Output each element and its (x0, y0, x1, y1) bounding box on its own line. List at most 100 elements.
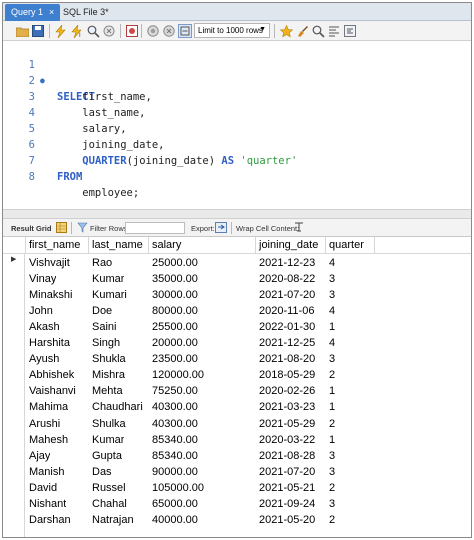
table-row[interactable]: Nishant Chahal 65000.00 2021-09-24 3 (3, 496, 471, 512)
cell-first-name[interactable]: Arushi (29, 416, 60, 432)
cell-first-name[interactable]: Nishant (29, 496, 66, 512)
cell-joining-date[interactable]: 2022-01-30 (259, 319, 315, 335)
cell-quarter[interactable]: 2 (329, 480, 335, 496)
toggle-icon[interactable] (178, 24, 192, 38)
cell-last-name[interactable]: Shulka (92, 416, 126, 432)
table-row[interactable]: Minakshi Kumari 30000.00 2021-07-20 3 (3, 287, 471, 303)
cell-joining-date[interactable]: 2021-08-28 (259, 448, 315, 464)
cell-quarter[interactable]: 2 (329, 367, 335, 383)
format-icon[interactable] (327, 24, 341, 38)
cell-joining-date[interactable]: 2021-05-21 (259, 480, 315, 496)
cell-last-name[interactable]: Gupta (92, 448, 122, 464)
cell-salary[interactable]: 80000.00 (152, 303, 198, 319)
cell-joining-date[interactable]: 2018-05-29 (259, 367, 315, 383)
table-row[interactable]: Harshita Singh 20000.00 2021-12-25 4 (3, 335, 471, 351)
lightning-icon[interactable] (54, 24, 68, 38)
cell-last-name[interactable]: Russel (92, 480, 126, 496)
cell-quarter[interactable]: 3 (329, 464, 335, 480)
table-row[interactable]: Vaishanvi Mehta 75250.00 2020-02-26 1 (3, 383, 471, 399)
cell-salary[interactable]: 105000.00 (152, 480, 204, 496)
cell-last-name[interactable]: Singh (92, 335, 120, 351)
column-header-first-name[interactable]: first_name (25, 237, 88, 254)
brush-icon[interactable] (295, 24, 309, 38)
cell-salary[interactable]: 90000.00 (152, 464, 198, 480)
star-icon[interactable] (279, 24, 293, 38)
cell-salary[interactable]: 30000.00 (152, 287, 198, 303)
cell-joining-date[interactable]: 2021-05-29 (259, 416, 315, 432)
cell-first-name[interactable]: John (29, 303, 53, 319)
search-icon[interactable] (311, 24, 325, 38)
cell-salary[interactable]: 40000.00 (152, 512, 198, 528)
cell-last-name[interactable]: Chahal (92, 496, 127, 512)
tab-sql-file-3[interactable]: SQL File 3* (57, 4, 115, 21)
table-row[interactable]: Vinay Kumar 35000.00 2020-08-22 3 (3, 271, 471, 287)
cell-salary[interactable]: 85340.00 (152, 448, 198, 464)
cell-first-name[interactable]: Akash (29, 319, 60, 335)
cell-first-name[interactable]: Harshita (29, 335, 70, 351)
cell-salary[interactable]: 85340.00 (152, 432, 198, 448)
cell-first-name[interactable]: Manish (29, 464, 64, 480)
table-row[interactable]: Darshan Natrajan 40000.00 2021-05-20 2 (3, 512, 471, 528)
table-row[interactable]: Akash Saini 25500.00 2022-01-30 1 (3, 319, 471, 335)
cell-first-name[interactable]: Minakshi (29, 287, 72, 303)
cell-quarter[interactable]: 1 (329, 399, 335, 415)
save-icon[interactable] (31, 24, 45, 38)
cell-last-name[interactable]: Natrajan (92, 512, 134, 528)
column-header-last-name[interactable]: last_name (88, 237, 148, 254)
cell-joining-date[interactable]: 2021-07-20 (259, 464, 315, 480)
cell-salary[interactable]: 75250.00 (152, 383, 198, 399)
cell-joining-date[interactable]: 2021-07-20 (259, 287, 315, 303)
cell-last-name[interactable]: Kumari (92, 287, 127, 303)
cell-first-name[interactable]: Vaishanvi (29, 383, 76, 399)
cell-quarter[interactable]: 3 (329, 287, 335, 303)
cell-salary[interactable]: 40300.00 (152, 399, 198, 415)
cell-last-name[interactable]: Kumar (92, 432, 124, 448)
cell-quarter[interactable]: 4 (329, 255, 335, 271)
cell-first-name[interactable]: Darshan (29, 512, 71, 528)
cell-salary[interactable]: 25000.00 (152, 255, 198, 271)
cell-quarter[interactable]: 2 (329, 416, 335, 432)
table-row[interactable]: John Doe 80000.00 2020-11-06 4 (3, 303, 471, 319)
column-header-quarter[interactable]: quarter (325, 237, 375, 254)
rollback-icon[interactable] (162, 24, 176, 38)
lightning-cursor-icon[interactable]: I (70, 24, 84, 38)
cell-quarter[interactable]: 1 (329, 383, 335, 399)
cell-quarter[interactable]: 4 (329, 335, 335, 351)
cell-salary[interactable]: 40300.00 (152, 416, 198, 432)
cell-salary[interactable]: 65000.00 (152, 496, 198, 512)
cell-last-name[interactable]: Doe (92, 303, 112, 319)
cell-salary[interactable]: 25500.00 (152, 319, 198, 335)
folder-open-icon[interactable] (15, 24, 29, 38)
commit-icon[interactable] (146, 24, 160, 38)
cell-joining-date[interactable]: 2020-02-26 (259, 383, 315, 399)
cell-last-name[interactable]: Das (92, 464, 112, 480)
cell-first-name[interactable]: Vinay (29, 271, 56, 287)
cell-first-name[interactable]: Abhishek (29, 367, 74, 383)
no-error-icon[interactable] (125, 24, 139, 38)
wrap-cell-icon[interactable] (293, 222, 305, 234)
cell-last-name[interactable]: Shukla (92, 351, 126, 367)
table-row[interactable]: Ajay Gupta 85340.00 2021-08-28 3 (3, 448, 471, 464)
table-row[interactable]: Manish Das 90000.00 2021-07-20 3 (3, 464, 471, 480)
cell-first-name[interactable]: Mahima (29, 399, 68, 415)
cell-joining-date[interactable]: 2020-03-22 (259, 432, 315, 448)
cell-last-name[interactable]: Rao (92, 255, 112, 271)
cell-last-name[interactable]: Saini (92, 319, 116, 335)
cell-salary[interactable]: 35000.00 (152, 271, 198, 287)
cell-quarter[interactable]: 2 (329, 512, 335, 528)
cell-quarter[interactable]: 3 (329, 271, 335, 287)
cell-quarter[interactable]: 3 (329, 448, 335, 464)
cell-last-name[interactable]: Mehta (92, 383, 123, 399)
cell-first-name[interactable]: Ayush (29, 351, 59, 367)
tab-query-1[interactable]: Query 1 × (5, 4, 61, 21)
export-icon[interactable] (215, 222, 227, 234)
table-row[interactable]: David Russel 105000.00 2021-05-21 2 (3, 480, 471, 496)
cell-quarter[interactable]: 4 (329, 303, 335, 319)
cell-quarter[interactable]: 1 (329, 319, 335, 335)
wrap-icon[interactable] (343, 24, 357, 38)
result-grid[interactable]: first_name last_name salary joining_date… (3, 237, 471, 537)
result-grid-tab[interactable]: Result Grid (11, 224, 51, 233)
cell-joining-date[interactable]: 2021-03-23 (259, 399, 315, 415)
cell-quarter[interactable]: 3 (329, 351, 335, 367)
table-row[interactable]: Mahesh Kumar 85340.00 2020-03-22 1 (3, 432, 471, 448)
